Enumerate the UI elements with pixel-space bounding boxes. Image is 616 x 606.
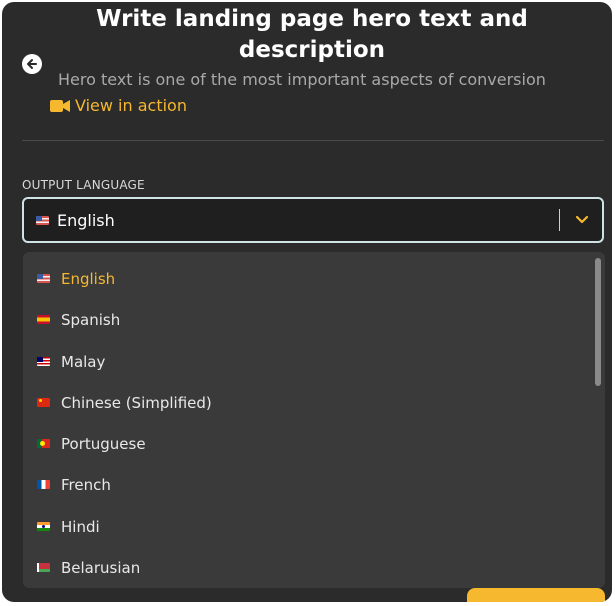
submit-button[interactable] xyxy=(467,588,605,602)
dropdown-option-label: Spanish xyxy=(61,310,121,329)
india-flag-icon xyxy=(37,522,50,531)
belarus-flag-icon xyxy=(37,563,50,572)
app-window: Write landing page hero text and descrip… xyxy=(2,2,612,602)
page-title: Write landing page hero text and descrip… xyxy=(96,6,528,63)
dropdown-option-label: Belarusian xyxy=(61,558,141,577)
output-language-label: OUTPUT LANGUAGE xyxy=(22,178,145,192)
dropdown-option-label: Hindi xyxy=(61,517,100,536)
dropdown-option-label: Malay xyxy=(61,352,106,371)
dropdown-option-chinese-simplified[interactable]: Chinese (Simplified) xyxy=(23,382,593,423)
view-in-action-label: View in action xyxy=(75,96,187,115)
language-dropdown-menu: English Spanish Malay Chinese (Simplifie… xyxy=(23,252,605,588)
dropdown-option-label: Portuguese xyxy=(61,434,146,453)
chevron-down-icon[interactable] xyxy=(574,212,590,228)
page-subtitle: Hero text is one of the most important a… xyxy=(58,70,546,89)
dropdown-option-hindi[interactable]: Hindi xyxy=(23,506,593,547)
view-in-action-link[interactable]: View in action xyxy=(50,96,187,115)
dropdown-option-belarusian[interactable]: Belarusian xyxy=(23,547,593,588)
divider xyxy=(22,140,604,141)
select-current-value: English xyxy=(36,199,115,241)
us-flag-icon xyxy=(36,215,49,225)
us-flag-icon xyxy=(37,274,50,283)
spain-flag-icon xyxy=(37,315,50,324)
china-flag-icon xyxy=(37,398,50,407)
dropdown-option-french[interactable]: French xyxy=(23,464,593,505)
dropdown-option-label: English xyxy=(61,269,116,288)
dropdown-option-spanish[interactable]: Spanish xyxy=(23,299,593,340)
dropdown-option-label: Chinese (Simplified) xyxy=(61,393,212,412)
back-button[interactable] xyxy=(22,54,42,74)
video-camera-icon xyxy=(50,99,70,113)
dropdown-option-malay[interactable]: Malay xyxy=(23,341,593,382)
output-language-select[interactable]: English xyxy=(22,197,604,243)
dropdown-scrollbar[interactable] xyxy=(595,258,601,386)
arrow-left-icon xyxy=(25,57,39,71)
dropdown-option-portuguese[interactable]: Portuguese xyxy=(23,423,593,464)
france-flag-icon xyxy=(37,480,50,489)
portugal-flag-icon xyxy=(37,439,50,448)
select-separator xyxy=(559,209,560,231)
dropdown-option-english[interactable]: English xyxy=(23,258,593,299)
select-value-label: English xyxy=(57,210,115,230)
dropdown-option-label: French xyxy=(61,475,111,494)
malaysia-flag-icon xyxy=(37,357,50,366)
